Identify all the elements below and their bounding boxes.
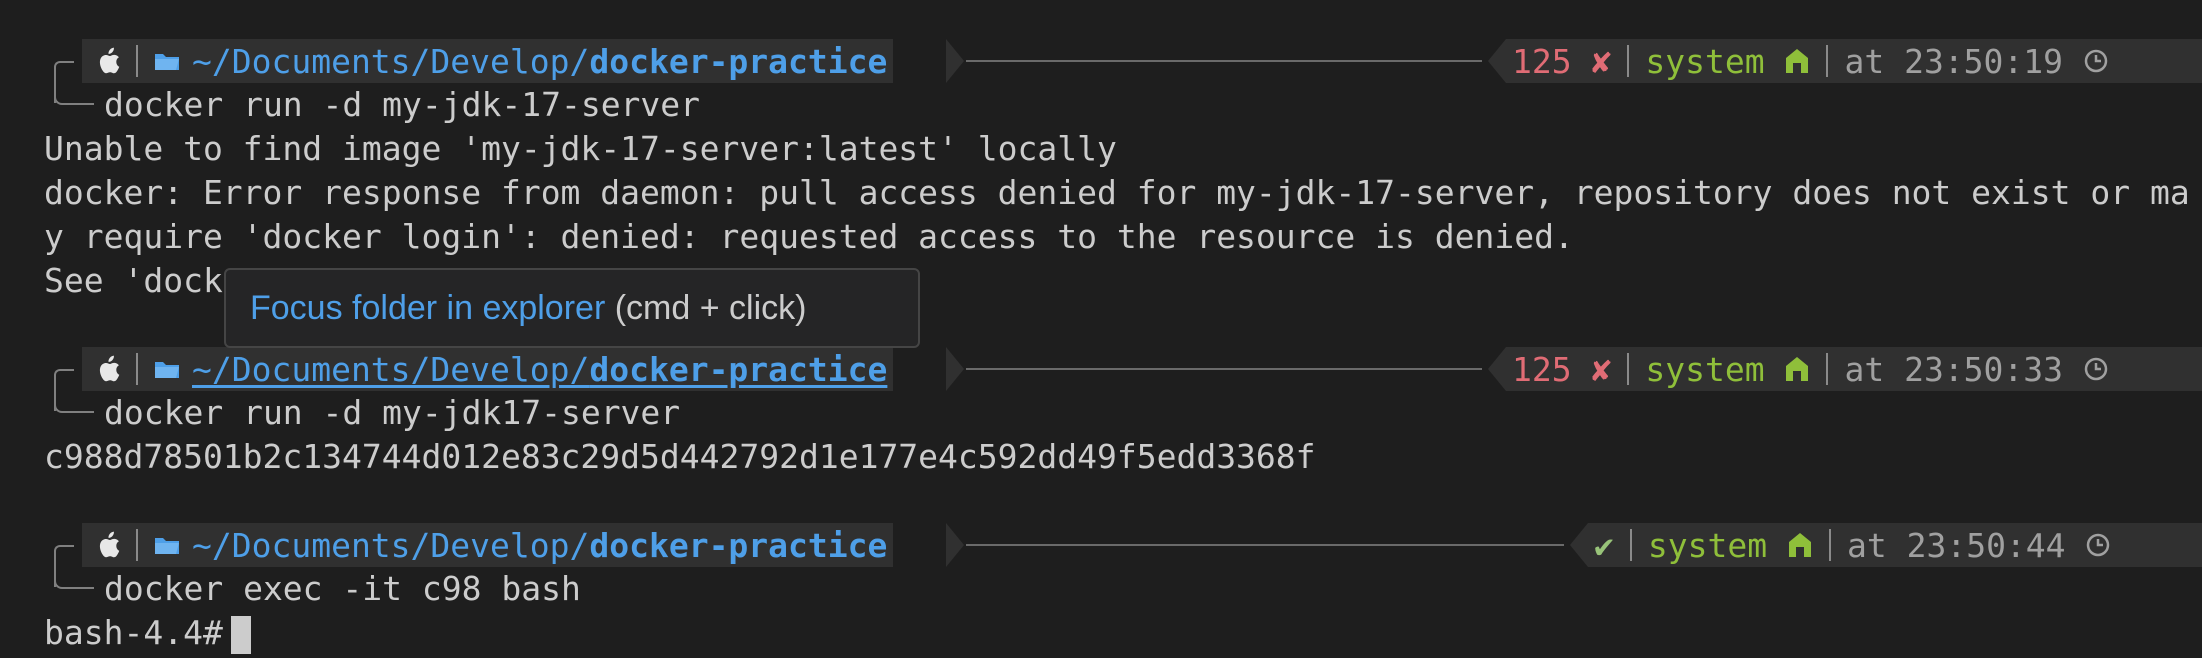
output-line: See 'dock <box>44 261 223 300</box>
path-repo[interactable]: docker-practice <box>589 526 887 565</box>
separator <box>1629 529 1632 561</box>
separator <box>136 529 138 561</box>
clock-icon <box>2084 49 2108 73</box>
output-line: c988d78501b2c134744d012e83c29d5d442792d1… <box>44 437 1316 476</box>
timestamp: 23:50:19 <box>1904 41 2064 81</box>
prompt-connector <box>54 391 94 413</box>
filler-line <box>966 368 1482 370</box>
separator <box>1828 529 1831 561</box>
timestamp: 23:50:33 <box>1904 349 2064 389</box>
separator <box>136 45 138 77</box>
exit-code: 125 <box>1512 41 1572 81</box>
tooltip-hint: (cmd + click) <box>605 289 807 327</box>
prompt-left-segment: ~/Documents/Develop/docker-practice <box>82 347 894 391</box>
env-name: system <box>1645 41 1765 81</box>
shell-prompt-line[interactable]: bash-4.4# <box>44 611 251 655</box>
home-icon <box>1788 533 1811 557</box>
segment-arrow <box>946 523 964 567</box>
command-line: docker run -d my-jdk17-server <box>104 393 681 432</box>
separator <box>1826 45 1829 77</box>
separator <box>1826 353 1829 385</box>
prompt-bar: ~/Documents/Develop/docker-practice 125 … <box>0 39 2202 103</box>
exit-code: 125 <box>1512 349 1572 389</box>
terminal[interactable]: ~/Documents/Develop/docker-practice 125 … <box>0 0 2202 658</box>
timestamp: 23:50:44 <box>1906 525 2066 565</box>
focus-folder-link[interactable]: Focus folder in explorer <box>250 289 605 327</box>
segment-arrow <box>946 347 964 391</box>
path-directory-link[interactable]: ~/Documents/Develop/ <box>192 350 589 389</box>
path-directory[interactable]: ~/Documents/Develop/ <box>192 42 589 81</box>
clock-icon <box>2087 533 2110 557</box>
filler-line <box>966 60 1482 62</box>
text-cursor <box>230 615 251 654</box>
prompt-connector <box>54 567 94 589</box>
hover-tooltip: Focus folder in explorer (cmd + click) <box>224 268 920 348</box>
home-icon <box>1786 49 1809 73</box>
segment-arrow <box>1488 39 1506 83</box>
output-line: y require 'docker login': denied: reques… <box>44 217 1574 256</box>
prompt-connector <box>54 83 94 105</box>
time-prefix: at <box>1844 41 1885 81</box>
separator <box>1627 45 1630 77</box>
separator <box>1627 353 1630 385</box>
prompt-bar: ~/Documents/Develop/docker-practice ✔ sy… <box>0 523 2202 587</box>
prompt-left-segment: ~/Documents/Develop/docker-practice <box>82 523 894 567</box>
segment-arrow <box>946 39 964 83</box>
folder-icon <box>155 538 179 554</box>
path-repo[interactable]: docker-practice <box>589 42 887 81</box>
apple-icon <box>99 531 120 558</box>
path-directory[interactable]: ~/Documents/Develop/ <box>192 526 589 565</box>
check-mark-icon: ✔ <box>1594 525 1614 565</box>
env-name: system <box>1645 349 1765 389</box>
prompt-right-segment: 125 ✘ system at 23:50:33 <box>1506 347 2202 391</box>
command-line: docker exec -it c98 bash <box>104 569 581 608</box>
error-mark-icon: ✘ <box>1591 41 1612 81</box>
path-repo-link[interactable]: docker-practice <box>589 350 887 389</box>
folder-icon <box>155 362 179 378</box>
env-name: system <box>1647 525 1768 565</box>
output-line: Unable to find image 'my-jdk-17-server:l… <box>44 129 1117 168</box>
prompt-right-segment: ✔ system at 23:50:44 <box>1588 523 2202 567</box>
time-prefix: at <box>1846 525 1887 565</box>
folder-icon <box>155 54 179 70</box>
filler-line <box>966 544 1564 546</box>
output-line: docker: Error response from daemon: pull… <box>44 173 2190 212</box>
shell-prompt: bash-4.4# <box>44 613 223 652</box>
segment-arrow <box>1570 523 1588 567</box>
command-line: docker run -d my-jdk-17-server <box>104 85 701 124</box>
segment-arrow <box>1488 347 1506 391</box>
clock-icon <box>2084 357 2108 381</box>
prompt-left-segment: ~/Documents/Develop/docker-practice <box>82 39 894 83</box>
error-mark-icon: ✘ <box>1591 349 1612 389</box>
prompt-bar: ~/Documents/Develop/docker-practice 125 … <box>0 347 2202 411</box>
time-prefix: at <box>1844 349 1885 389</box>
home-icon <box>1786 357 1809 381</box>
prompt-right-segment: 125 ✘ system at 23:50:19 <box>1506 39 2202 83</box>
apple-icon <box>99 355 120 382</box>
separator <box>136 353 138 385</box>
apple-icon <box>99 47 120 74</box>
